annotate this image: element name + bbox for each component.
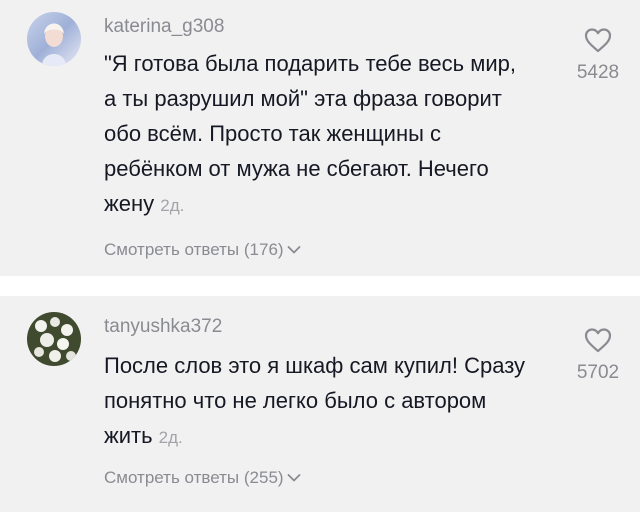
avatar-image [27, 312, 81, 366]
view-replies-label: Смотреть ответы (255) [104, 468, 284, 487]
avatar[interactable] [27, 12, 81, 66]
comment-item: tanyushka372 После слов это я шкаф сам к… [0, 296, 640, 512]
avatar[interactable] [27, 312, 81, 366]
comment-username[interactable]: katerina_g308 [104, 16, 224, 38]
comment-text: "Я готова была подарить тебе весь мир, а… [104, 46, 534, 223]
comment-item: katerina_g308 "Я готова была подарить те… [0, 0, 640, 276]
view-replies-button[interactable]: Смотреть ответы (176) [104, 240, 301, 260]
heart-outline-icon [584, 328, 612, 353]
view-replies-button[interactable]: Смотреть ответы (255) [104, 468, 301, 488]
comment-body: "Я готова была подарить тебе весь мир, а… [104, 51, 516, 216]
chevron-down-icon [287, 246, 300, 254]
like-count: 5428 [576, 62, 620, 83]
like-button[interactable]: 5428 [560, 26, 636, 84]
like-count: 5702 [576, 362, 620, 383]
avatar-image [27, 12, 81, 66]
like-button[interactable]: 5702 [560, 326, 636, 384]
view-replies-label: Смотреть ответы (176) [104, 240, 284, 259]
chevron-down-icon [287, 474, 300, 482]
comment-age: 2д. [158, 428, 183, 447]
comment-age: 2д. [160, 196, 185, 215]
heart-outline-icon [584, 28, 612, 53]
comment-text: После слов это я шкаф сам купил! Сразу п… [104, 348, 534, 455]
comment-username[interactable]: tanyushka372 [104, 316, 222, 338]
